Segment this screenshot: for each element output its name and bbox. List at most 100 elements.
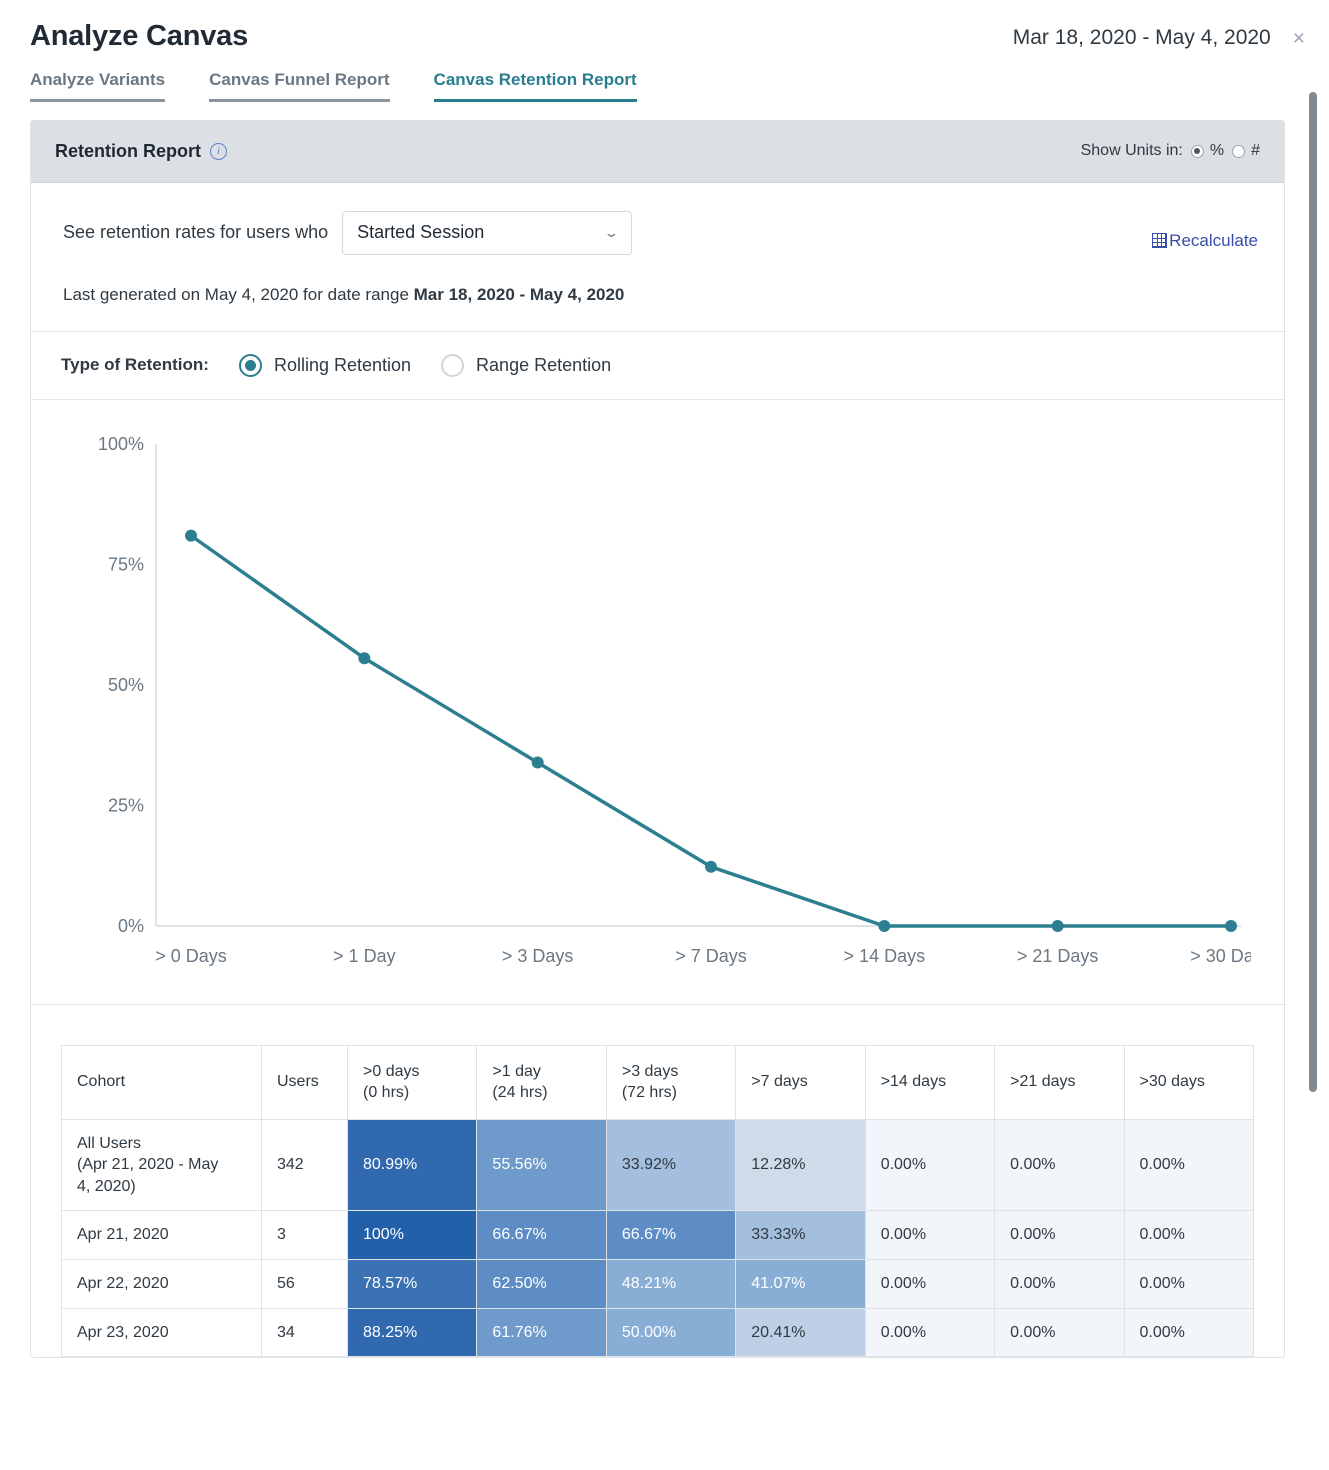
cell-retention-value: 62.50% [476,1259,607,1309]
table-column-header: >1 day (24 hrs) [476,1044,607,1120]
cell-retention-value: 41.07% [735,1259,866,1309]
retention-table-body: All Users (Apr 21, 2020 - May 4, 2020) 342 8… [61,1118,1255,1358]
cell-retention-value: 0.00% [1123,1307,1255,1358]
units-option-percent[interactable]: % [1190,142,1224,160]
table-column-header-line: >14 days [880,1073,947,1091]
table-row[interactable]: Apr 22, 2020 56 78.57% 62.50% 48.21% 41.07% 0.… [61,1259,1255,1309]
cohort-line: (Apr 21, 2020 - May [77,1156,219,1174]
units-percent-radio[interactable] [1190,144,1204,158]
table-column-header-line: (24 hrs) [492,1084,548,1102]
svg-text:> 3 Days: > 3 Days [502,946,574,966]
retention-report-card: Retention Report i Show Units in: % # Se… [30,119,1285,1359]
svg-text:> 30 Days: > 30 Days [1190,946,1251,966]
table-row[interactable]: All Users (Apr 21, 2020 - May 4, 2020) 342 8… [61,1118,1255,1212]
event-select[interactable]: Started Session ⌄ [342,210,633,255]
cell-retention-value: 0.00% [864,1307,996,1358]
table-column-header-line: >30 days [1139,1073,1205,1091]
card-title: Retention Report [55,140,201,161]
cell-users: 342 [261,1118,348,1212]
cell-retention-value: 0.00% [994,1307,1125,1358]
svg-text:100%: 100% [98,434,144,454]
cell-cohort: Apr 22, 2020 [61,1259,262,1309]
table-header-row: Cohort Users >0 days (0 hrs) >1 day (24 hrs) >… [61,1044,1255,1120]
table-column-header: >14 days [864,1044,996,1120]
svg-text:> 7 Days: > 7 Days [675,946,747,966]
cell-retention-value: 0.00% [864,1118,996,1212]
cell-retention-value: 50.00% [605,1307,737,1358]
tab-analyze-variants[interactable]: Analyze Variants [30,70,166,102]
info-icon[interactable]: i [210,142,227,160]
table-row[interactable]: Apr 21, 2020 3 100% 66.67% 66.67% 33.33% 0.00%… [61,1210,1255,1261]
last-generated-range: Mar 18, 2020 - May 4, 2020 [413,284,625,304]
cell-retention-value: 0.00% [1123,1259,1255,1309]
retention-type-option-range[interactable]: Range Retention [441,353,612,377]
units-option-count[interactable]: # [1232,142,1260,160]
table-row[interactable]: Apr 23, 2020 34 88.25% 61.76% 50.00% 20.41% 0.… [61,1307,1255,1358]
retention-type-option-rolling[interactable]: Rolling Retention [238,353,412,377]
cohort-line: Apr 21, 2020 [77,1226,169,1244]
svg-text:> 14 Days: > 14 Days [844,946,926,966]
cell-retention-value: 48.21% [605,1259,737,1309]
svg-text:> 1 Day: > 1 Day [333,946,396,966]
range-retention-label: Range Retention [476,354,612,375]
range-retention-radio[interactable] [441,353,465,377]
cell-retention-value: 0.00% [994,1259,1125,1309]
table-column-header: Cohort [61,1044,262,1120]
tab-bar: Analyze Variants Canvas Funnel Report Ca… [0,56,1329,102]
event-selector-label: See retention rates for users who [63,222,329,243]
cell-retention-value: 61.76% [476,1307,607,1358]
table-column-header: Users [261,1044,348,1120]
cell-retention-value: 0.00% [994,1210,1125,1261]
vertical-scrollbar[interactable] [1309,92,1317,1092]
table-column-header: >30 days [1123,1044,1255,1120]
svg-text:> 21 Days: > 21 Days [1017,946,1099,966]
event-select-value: Started Session [357,222,485,243]
cohort-line: Apr 22, 2020 [77,1275,169,1293]
svg-text:50%: 50% [108,675,144,695]
recalculate-button[interactable]: Recalculate [1152,231,1258,251]
cell-users: 56 [261,1259,348,1309]
units-count-radio[interactable] [1232,144,1246,158]
cohort-line: Apr 23, 2020 [77,1323,169,1341]
event-selector-row: See retention rates for users who Starte… [63,210,1260,255]
page-title: Analyze Canvas [30,20,249,52]
close-icon[interactable]: × [1293,28,1305,49]
recalculate-label: Recalculate [1169,230,1258,250]
table-column-header-line: >0 days [363,1062,420,1080]
cohort-line: 4, 2020) [77,1177,136,1195]
cell-retention-value: 78.57% [346,1259,478,1309]
cell-users: 3 [261,1210,348,1261]
cell-retention-value: 0.00% [864,1259,996,1309]
header-right: Mar 18, 2020 - May 4, 2020 × [1013,18,1305,50]
tab-canvas-retention-report[interactable]: Canvas Retention Report [433,70,637,102]
table-column-header-line: >1 day [492,1062,541,1080]
card-header-left: Retention Report i [55,141,227,162]
rolling-retention-label: Rolling Retention [273,354,412,375]
cell-retention-value: 0.00% [1123,1210,1255,1261]
retention-type-section: Type of Retention: Rolling Retention Ran… [31,332,1284,400]
table-column-header-line: (72 hrs) [621,1084,677,1102]
table-column-header-line: Cohort [77,1073,126,1091]
table-column-header: >21 days [994,1044,1125,1120]
last-generated-text: Last generated on May 4, 2020 for date r… [63,285,1260,305]
cell-retention-value: 88.25% [346,1307,478,1358]
svg-text:75%: 75% [108,554,144,574]
table-column-header: >3 days (72 hrs) [605,1044,737,1120]
retention-table-head: Cohort Users >0 days (0 hrs) >1 day (24 hrs) >… [61,1044,1255,1120]
retention-table-wrap: Cohort Users >0 days (0 hrs) >1 day (24 hrs) >… [31,1005,1284,1358]
retention-line-chart-svg: 0% 25% 50% 75% 100% > 0 Days > 1 Day > 3 Days > … [98,434,1251,966]
page-header: Analyze Canvas Mar 18, 2020 - May 4, 202… [0,0,1329,56]
date-range-label[interactable]: Mar 18, 2020 - May 4, 2020 [1013,26,1271,50]
cell-retention-value: 66.67% [605,1210,737,1261]
tab-canvas-funnel-report[interactable]: Canvas Funnel Report [209,70,390,102]
cell-retention-value: 0.00% [1123,1118,1255,1212]
table-column-header: >7 days [735,1044,866,1120]
cohort-line: All Users [77,1134,142,1152]
cell-retention-value: 66.67% [476,1210,607,1261]
cell-cohort: Apr 23, 2020 [61,1307,262,1358]
table-column-header-line: >7 days [751,1073,808,1091]
cell-users: 34 [261,1307,348,1358]
rolling-retention-radio[interactable] [238,353,262,377]
table-column-header-line: (0 hrs) [363,1084,410,1102]
grid-icon [1152,233,1168,249]
